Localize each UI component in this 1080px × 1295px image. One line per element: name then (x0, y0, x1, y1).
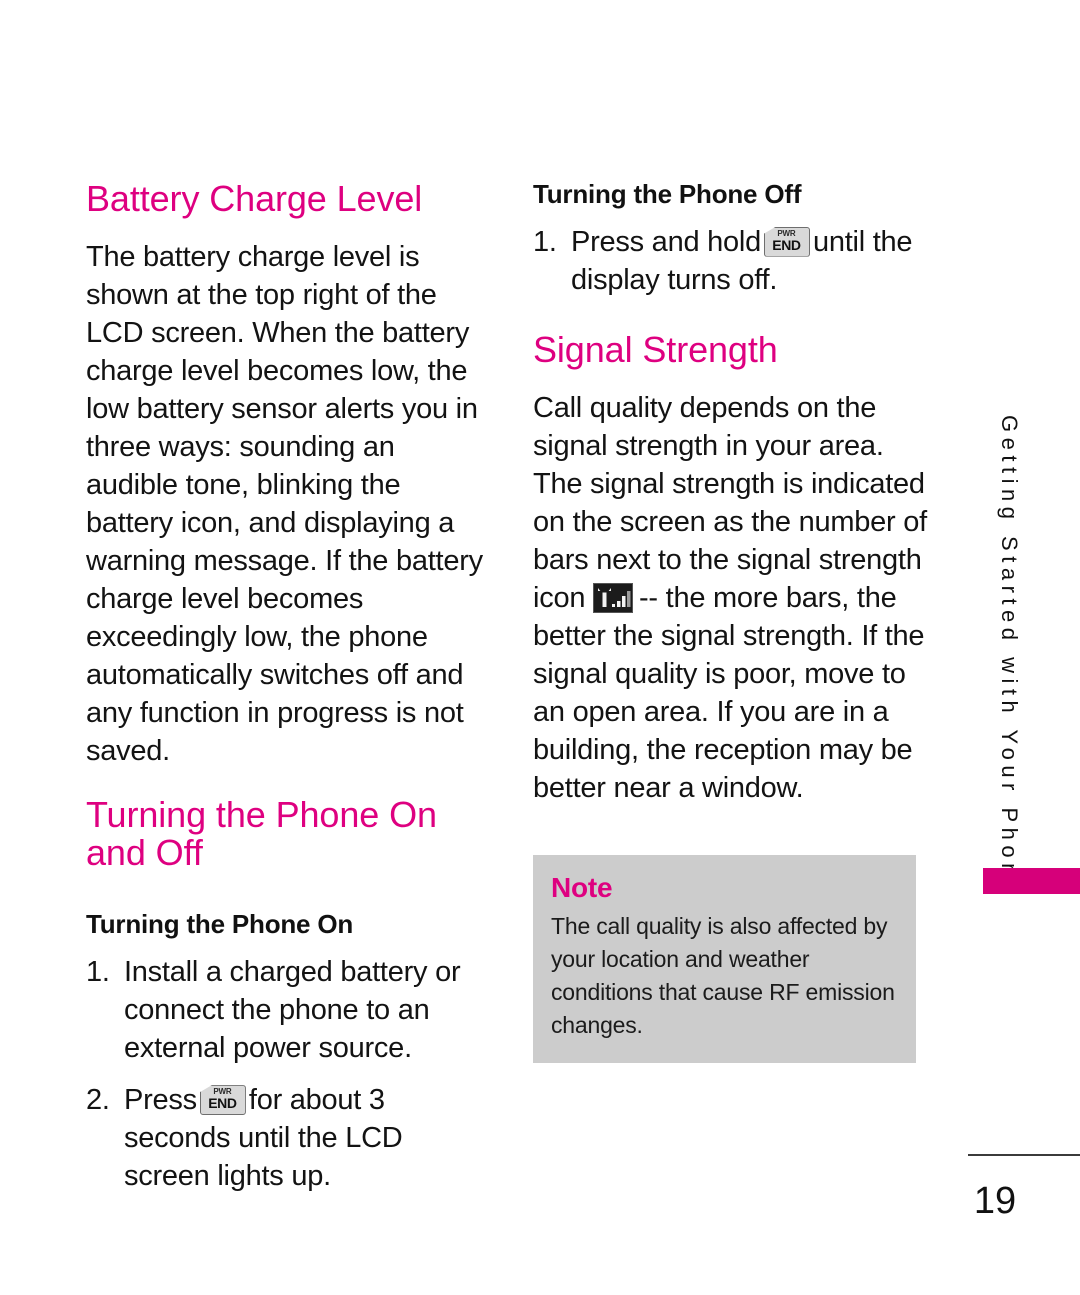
paragraph-signal-strength: Call quality depends on the signal stren… (533, 389, 933, 807)
pwr-end-key-bottom-label: END (772, 236, 801, 253)
note-title: Note (551, 872, 613, 903)
steps-turn-off-list: 1. Press and hold PWR END until the displ… (533, 223, 933, 299)
paragraph-signal-strength-part2: -- the more bars, the better the signal … (533, 581, 925, 804)
list-item: 2. Press PWR END for about 3 seconds unti… (86, 1081, 486, 1195)
note-box: Note The call quality is also affected b… (533, 855, 916, 1063)
footer-divider (968, 1154, 1080, 1156)
pwr-end-key-bottom-label: END (208, 1095, 237, 1112)
running-head-vertical: Getting Started with Your Phone (997, 415, 1022, 899)
signal-strength-icon (593, 582, 634, 613)
chapter-tab-swatch (983, 868, 1080, 894)
list-item: 1. Press and hold PWR END until the displ… (533, 223, 933, 299)
subheading-turning-the-phone-off: Turning the Phone Off (533, 179, 802, 209)
heading-battery-charge-level: Battery Charge Level (86, 178, 423, 219)
step-text: Press (124, 1084, 197, 1117)
step-text: Press and hold (571, 225, 761, 258)
step-number: 1. (533, 225, 557, 258)
paragraph-signal-strength-part1: Call quality depends on the signal stren… (533, 391, 927, 614)
pwr-end-key-icon: PWR END (763, 226, 810, 257)
heading-turning-phone-on-and-off: Turning the Phone On and Off (86, 794, 437, 874)
right-column: Turning the Phone Off 1. Press and hold P… (533, 180, 933, 807)
steps-turn-on-list: 1. Install a charged battery or connect t… (86, 953, 486, 1195)
left-column: Battery Charge Level The battery charge … (86, 178, 486, 1209)
heading-signal-strength: Signal Strength (533, 328, 778, 370)
list-item: 1. Install a charged battery or connect t… (86, 953, 486, 1067)
pwr-end-key-icon: PWR END (199, 1085, 246, 1116)
step-number: 2. (86, 1084, 110, 1117)
subheading-turning-the-phone-on: Turning the Phone On (86, 909, 354, 940)
paragraph-battery-charge-level: The battery charge level is shown at the… (86, 241, 483, 768)
manual-page: Battery Charge Level The battery charge … (0, 0, 1080, 1295)
step-number: 1. (86, 956, 110, 989)
note-body: The call quality is also affected by you… (551, 912, 895, 1038)
page-number: 19 (973, 1180, 1017, 1222)
step-text: Install a charged battery or connect the… (124, 956, 461, 1065)
